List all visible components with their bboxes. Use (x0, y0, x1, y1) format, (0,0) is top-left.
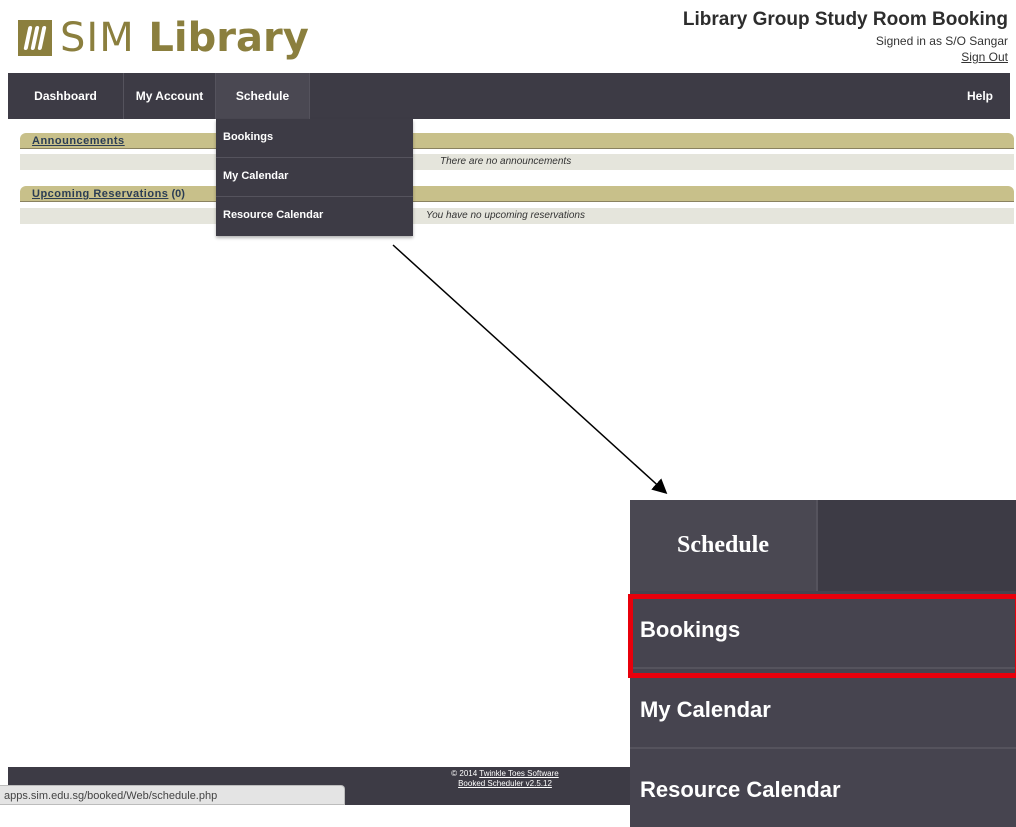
zoom-menu-item-my-calendar[interactable]: My Calendar (630, 671, 1016, 749)
menu-item-resource-calendar[interactable]: Resource Calendar (216, 197, 413, 236)
menu-item-my-calendar[interactable]: My Calendar (216, 158, 413, 197)
zoom-tab-schedule[interactable]: Schedule (630, 500, 818, 591)
zoom-nav-bar: Schedule (630, 500, 1016, 591)
bookings-highlight-box (628, 594, 1016, 678)
menu-item-bookings[interactable]: Bookings (216, 119, 413, 158)
schedule-dropdown: Bookings My Calendar Resource Calendar (216, 119, 413, 236)
zoom-menu-item-resource-calendar[interactable]: Resource Calendar (630, 751, 1016, 827)
